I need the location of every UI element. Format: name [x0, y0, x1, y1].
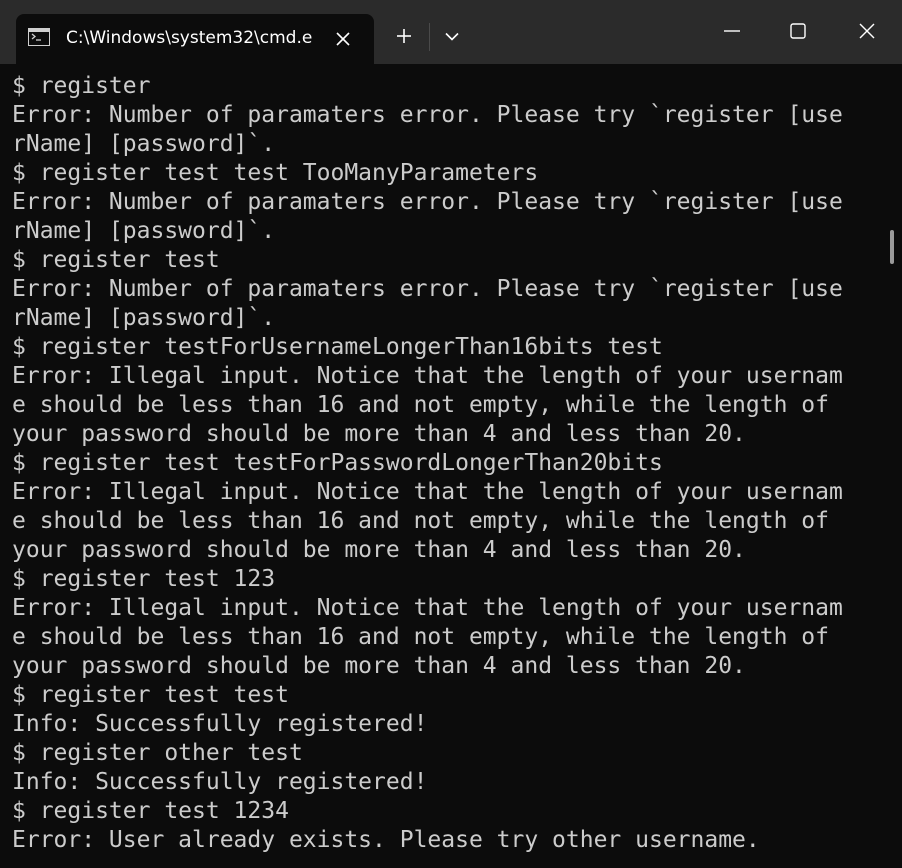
terminal-line: $ register test test TooManyParameters [12, 160, 539, 186]
terminal-line: $ register test 1234 [12, 798, 289, 824]
tab-dropdown-button[interactable] [432, 18, 472, 54]
minimize-button[interactable] [698, 0, 766, 62]
scrollbar-thumb[interactable] [890, 230, 894, 264]
terminal-line: e should be less than 16 and not empty, … [12, 624, 829, 650]
terminal-line: $ register test testForPasswordLongerTha… [12, 450, 663, 476]
terminal-line: Info: Successfully registered! [12, 711, 428, 737]
maximize-button[interactable] [766, 0, 834, 62]
terminal-line: rName] [password]`. [12, 218, 276, 244]
terminal-line: $ register testForUsernameLongerThan16bi… [12, 334, 663, 360]
tab-separator [429, 23, 430, 51]
close-icon [859, 23, 875, 39]
terminal-line: your password should be more than 4 and … [12, 653, 746, 679]
terminal-line: $ register test [12, 247, 220, 273]
terminal-line: rName] [password]`. [12, 305, 276, 331]
tab-cmd[interactable]: C:\Windows\system32\cmd.e [16, 14, 374, 64]
cmd-prompt-icon [28, 28, 50, 46]
terminal-line: Error: Illegal input. Notice that the le… [12, 363, 843, 389]
new-tab-button[interactable] [384, 18, 424, 54]
terminal-line: Error: Illegal input. Notice that the le… [12, 479, 843, 505]
terminal-line: Error: Number of paramaters error. Pleas… [12, 189, 843, 215]
plus-icon [397, 29, 411, 43]
minimize-icon [724, 30, 740, 32]
terminal-line: Error: User already exists. Please try o… [12, 827, 760, 853]
terminal-line: e should be less than 16 and not empty, … [12, 508, 829, 534]
terminal-line: $ register [12, 73, 151, 99]
terminal-line: your password should be more than 4 and … [12, 421, 746, 447]
maximize-icon [790, 23, 806, 39]
terminal-line: Error: Number of paramaters error. Pleas… [12, 276, 843, 302]
terminal-line: rName] [password]`. [12, 131, 276, 157]
terminal-window: C:\Windows\system32\cmd.e $ register Err… [0, 0, 902, 868]
terminal-line: Error: Number of paramaters error. Pleas… [12, 102, 843, 128]
terminal-line: $ register other test [12, 740, 303, 766]
terminal-line: e should be less than 16 and not empty, … [12, 392, 829, 418]
terminal-line: Error: Illegal input. Notice that the le… [12, 595, 843, 621]
close-window-button[interactable] [834, 0, 902, 62]
close-tab-icon[interactable] [328, 24, 358, 54]
tab-title: C:\Windows\system32\cmd.e [66, 28, 313, 48]
terminal-line: Info: Successfully registered! [12, 769, 428, 795]
terminal-line: your password should be more than 4 and … [12, 537, 746, 563]
terminal-output[interactable]: $ register Error: Number of paramaters e… [12, 72, 882, 868]
title-bar[interactable]: C:\Windows\system32\cmd.e [0, 0, 902, 64]
chevron-down-icon [445, 32, 459, 41]
terminal-line: $ register test 123 [12, 566, 276, 592]
terminal-line: $ register test test [12, 682, 289, 708]
